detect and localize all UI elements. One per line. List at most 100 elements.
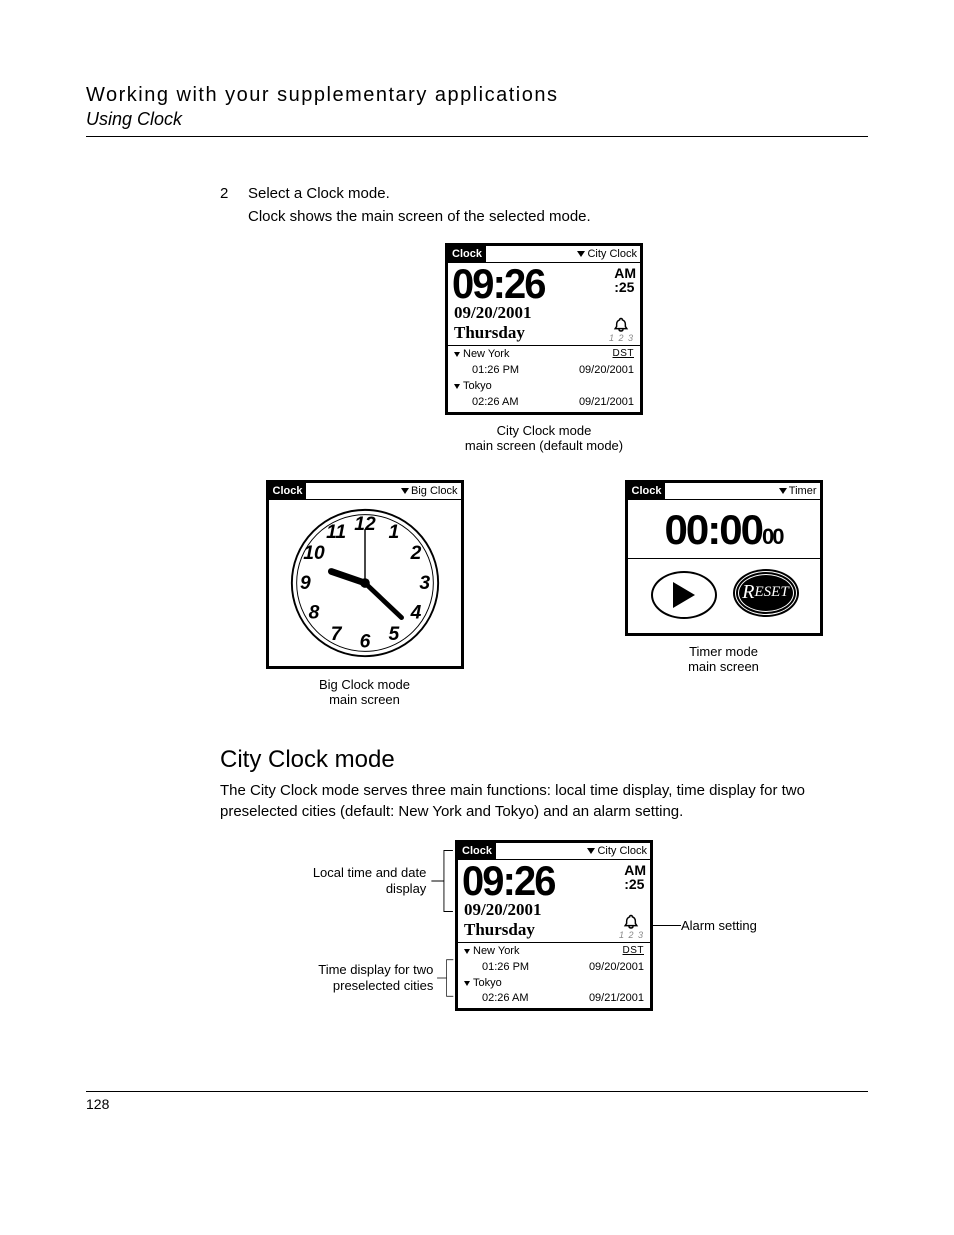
running-head: Working with your supplementary applicat… [86,84,868,130]
city2-date: 09/21/2001 [589,992,644,1004]
caption-timer: Timer mode main screen [688,644,759,675]
timer-sub: 00 [762,524,782,550]
city-row-2: Tokyo [448,378,640,396]
svg-text:1: 1 [388,521,399,542]
annot-alarm: Alarm setting [681,918,757,933]
ampm-label: AM [624,863,646,877]
timer-readout: 00:0000 [628,500,820,558]
annotated-figure: Local time and date display Time display… [180,840,908,1012]
analog-clock-area: 12 1 2 3 4 5 6 7 8 9 10 [269,500,461,666]
timer-device: Clock Timer 00:0000 R [625,480,823,636]
chevron-down-icon [454,384,460,389]
big-clock-device: Clock Big Clock 12 1 [266,480,464,669]
step-result: Clock shows the main screen of the selec… [248,208,868,225]
city-clock-device: Clock City Clock 09:26 AM :25 09/20/20 [445,243,643,415]
city1-date: 09/20/2001 [579,364,634,376]
day-line: Thursday [464,920,541,940]
mode-selector[interactable]: City Clock [577,248,640,260]
chevron-down-icon [464,949,470,954]
main-time: 09:26 [462,860,555,902]
city1-detail: 01:26 PM 09/20/2001 [458,961,650,975]
city1-detail: 01:26 PM 09/20/2001 [448,364,640,378]
city1-name: New York [463,348,509,362]
figure-big-clock: Clock Big Clock 12 1 [220,480,509,708]
chevron-down-icon [779,488,787,494]
city2-selector[interactable]: Tokyo [464,977,502,991]
body-column: 2 Select a Clock mode. Clock shows the m… [86,185,868,1011]
analog-clock-icon: 12 1 2 3 4 5 6 7 8 9 10 [288,506,442,660]
city1-date: 09/20/2001 [589,961,644,973]
step-row: 2 Select a Clock mode. [220,185,868,202]
caption-city-1: City Clock mode [465,423,623,439]
city1-selector[interactable]: New York [454,348,509,362]
header-rule [86,136,868,137]
chevron-down-icon [454,352,460,357]
city1-time: 01:26 PM [482,961,529,973]
day-line: Thursday [454,323,531,343]
titlebar: Clock Big Clock [269,483,461,500]
caption-city-2: main screen (default mode) [465,438,623,454]
mode-selector[interactable]: Timer [779,485,820,497]
mode-selector[interactable]: Big Clock [401,485,460,497]
city1-dst[interactable]: DST [623,945,645,959]
ampm-seconds: AM :25 [614,266,636,294]
caption-big-1: Big Clock mode [319,677,410,693]
reset-letter: R [742,581,754,604]
bracket-icon [426,846,455,916]
svg-text:8: 8 [308,602,319,623]
city1-time: 01:26 PM [472,364,519,376]
city-row-2: Tokyo [458,975,650,993]
play-button[interactable] [651,571,717,619]
city2-name: Tokyo [473,977,502,991]
chevron-down-icon [577,251,585,257]
timer-buttons: RESET [628,558,820,633]
app-label: Clock [628,483,666,499]
chevron-down-icon [587,848,595,854]
figures-row: Clock Big Clock 12 1 [220,480,868,708]
step-number: 2 [220,185,248,202]
seconds-label: :25 [614,280,634,294]
alarm-area[interactable]: 1 2 3 [619,914,644,940]
seconds-label: :25 [624,877,644,891]
svg-text:7: 7 [330,623,342,644]
city1-name: New York [473,945,519,959]
city2-date: 09/21/2001 [579,396,634,408]
city2-name: Tokyo [463,380,492,394]
figure-city-clock: Clock City Clock 09:26 AM :25 09/20/20 [220,243,868,454]
leader-line [653,925,681,926]
titlebar: Clock Timer [628,483,820,500]
ampm-seconds: AM :25 [624,863,646,891]
time-row: 09:26 AM :25 [448,263,640,305]
city1-selector[interactable]: New York [464,945,519,959]
mode-label: City Clock [597,845,647,857]
city2-selector[interactable]: Tokyo [454,380,492,394]
caption-big-2: main screen [319,692,410,708]
svg-text:10: 10 [303,543,325,564]
svg-text:5: 5 [388,623,399,644]
section-para: The City Clock mode serves three main fu… [220,780,868,822]
silk-nums: 1 2 3 [609,333,634,343]
city1-dst[interactable]: DST [613,348,635,362]
annotations-right: Alarm setting [653,918,803,933]
city2-time: 02:26 AM [482,992,528,1004]
svg-text:3: 3 [419,572,430,593]
caption-big: Big Clock mode main screen [319,677,410,708]
annot-local-time: Local time and date display [285,865,426,896]
alarm-area[interactable]: 1 2 3 [609,317,634,343]
reset-button[interactable]: RESET [735,571,797,615]
step-instruction: Select a Clock mode. [248,185,868,202]
annot-two-cities: Time display for two preselected cities [285,962,433,993]
page-number: 128 [86,1091,868,1112]
caption-timer-1: Timer mode [688,644,759,660]
svg-text:4: 4 [409,602,421,623]
svg-text:6: 6 [359,631,370,652]
caption-timer-2: main screen [688,659,759,675]
play-icon [673,582,695,608]
header-subtitle: Using Clock [86,109,868,130]
city-row-1: New York DST [458,943,650,961]
ampm-label: AM [614,266,636,280]
mode-selector[interactable]: City Clock [587,845,650,857]
chevron-down-icon [401,488,409,494]
svg-text:2: 2 [409,543,421,564]
bell-icon [622,914,640,930]
